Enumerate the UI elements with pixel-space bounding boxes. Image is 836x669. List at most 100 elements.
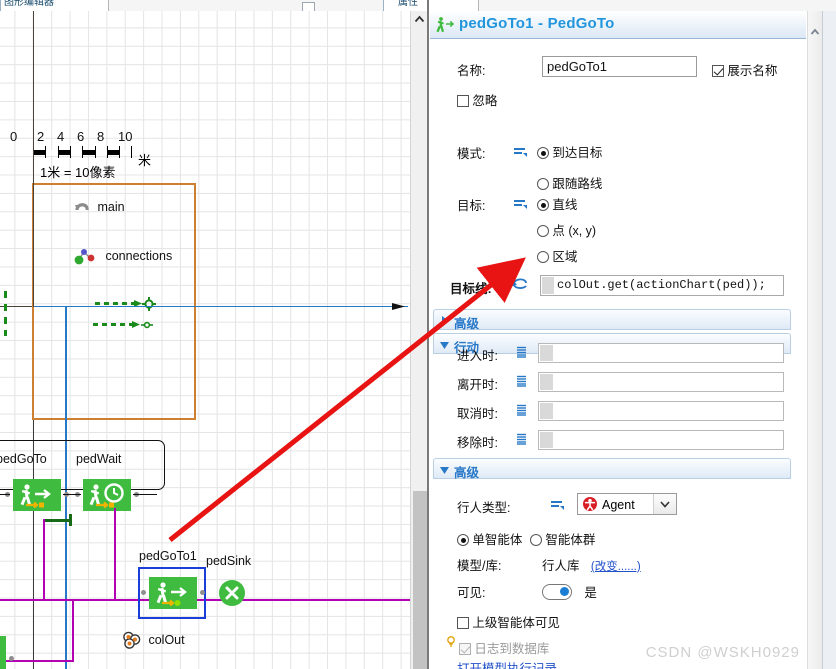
action-label-2-text: 取消时:	[457, 407, 498, 421]
name-input[interactable]	[542, 56, 697, 77]
target-line-label: 目标线:	[450, 278, 492, 297]
ruler-unit-label: 米	[138, 153, 152, 168]
panel-right-gutter	[822, 11, 836, 669]
action-label-3: 移除时:	[457, 432, 498, 451]
flow-link-b	[63, 494, 81, 495]
visible-label-text: 可见:	[457, 586, 486, 600]
canvas-node-connections[interactable]: connections	[73, 247, 172, 265]
code-gutter	[540, 403, 553, 419]
mode-label: 模式:	[457, 143, 485, 162]
target-line-code-text: colOut.get(actionChart(ped));	[557, 278, 766, 292]
mode-radio-1[interactable]	[537, 178, 549, 190]
agent-kind-option-1[interactable]: 智能体群	[530, 529, 595, 548]
code-list-icon[interactable]	[516, 346, 527, 358]
watermark: CSDN @WSKH0929	[645, 644, 800, 661]
application-window: 图形编辑器 属性 0 2 4 6 8 10 米 1米 = 10像素 main c…	[0, 0, 836, 669]
panel-splitter[interactable]	[427, 0, 429, 669]
open-model-log-link[interactable]: 打开模型执行记录	[457, 662, 557, 669]
agent-kind-option-0[interactable]: 单智能体	[457, 529, 522, 548]
ignore-checkbox-box[interactable]	[457, 95, 469, 107]
target-radio-0[interactable]	[537, 199, 549, 211]
canvas-axis-vertical-upper	[33, 11, 34, 307]
code-list-icon[interactable]	[516, 404, 527, 416]
target-line-dashed-2	[93, 323, 133, 326]
tab-properties[interactable]: 属性	[383, 0, 491, 11]
collection-icon	[123, 631, 141, 649]
target-line-dashed-1	[95, 302, 135, 305]
action-field-0[interactable]	[538, 343, 784, 363]
model-lib-value: 行人库	[542, 559, 580, 573]
flow-block-pedwait[interactable]	[75, 479, 139, 511]
ped-type-select[interactable]: Agent	[577, 493, 677, 515]
action-field-3[interactable]	[538, 430, 784, 450]
dynamic-expression-icon[interactable]	[510, 277, 530, 295]
ruler-tick-2: 2	[37, 129, 45, 144]
code-list-icon[interactable]	[516, 433, 527, 445]
visible-toggle[interactable]	[542, 584, 572, 600]
target-option-2[interactable]: 区域	[537, 246, 577, 265]
scroll-up-icon[interactable]	[808, 25, 822, 39]
canvas-scrollbar-thumb[interactable]	[413, 491, 427, 669]
action-field-2[interactable]	[538, 401, 784, 421]
mode-option-1[interactable]: 跟随路线	[537, 173, 602, 192]
code-gutter	[540, 432, 553, 448]
action-label-0-text: 进入时:	[457, 349, 498, 363]
section-advanced-bottom[interactable]: 高级	[433, 458, 791, 480]
scroll-up-icon[interactable]	[411, 11, 428, 28]
show-name-checkbox[interactable]: 展示名称	[712, 60, 777, 79]
show-name-checkbox-box[interactable]	[712, 65, 724, 77]
properties-title: pedGoTo1 - PedGoTo	[459, 15, 615, 32]
flow-block-offscreen[interactable]	[0, 636, 14, 669]
flow-block-pedsink[interactable]	[219, 580, 245, 606]
canvas-node-main-label: main	[97, 200, 125, 214]
canvas-vertical-scrollbar[interactable]	[410, 11, 428, 669]
section-advanced-top[interactable]: 高级	[433, 309, 791, 331]
flow-block-pedgoto[interactable]	[5, 479, 69, 511]
target-radio-2[interactable]	[537, 251, 549, 263]
dropdown-arrow[interactable]	[653, 494, 676, 514]
ignore-checkbox[interactable]: 忽略	[457, 90, 497, 109]
marker-cap-green	[69, 514, 72, 526]
flow-block-pedgoto1[interactable]	[141, 577, 205, 609]
mode-option-0[interactable]: 到达目标	[537, 142, 602, 161]
tab-graphical-editor[interactable]: 图形编辑器	[0, 0, 109, 11]
ped-type-label-text: 行人类型:	[457, 501, 511, 515]
target-line-label-text: 目标线:	[450, 282, 492, 296]
visible-label: 可见:	[457, 582, 485, 601]
parent-visible-checkbox-box[interactable]	[457, 617, 469, 629]
dynamic-value-icon[interactable]	[550, 498, 565, 510]
canvas-node-main[interactable]: main	[74, 199, 125, 215]
target-option-0[interactable]: 直线	[537, 194, 577, 213]
target-radio-1[interactable]	[537, 225, 549, 237]
dynamic-value-icon[interactable]	[513, 145, 528, 157]
log-to-db-label: 日志到数据库	[474, 642, 550, 656]
pedestrian-goto-icon	[20, 484, 51, 509]
code-list-icon[interactable]	[516, 375, 527, 387]
chevron-down-icon	[660, 501, 670, 508]
connector-purple-2	[114, 508, 116, 600]
marker-line-green	[43, 519, 71, 522]
dynamic-value-icon[interactable]	[513, 197, 528, 209]
action-field-1[interactable]	[538, 372, 784, 392]
flow-port-in[interactable]	[141, 590, 146, 595]
ruler-tick-labels: 0 2 4 6 8 10	[10, 129, 170, 146]
parent-visible-checkbox[interactable]: 上级智能体可见	[457, 612, 560, 631]
model-lib-change-link[interactable]: (改变......)	[591, 561, 641, 573]
flow-port-out[interactable]	[9, 656, 14, 661]
agent-kind-option-0-label: 单智能体	[472, 533, 523, 547]
canvas-node-colout[interactable]: colOut	[122, 631, 185, 649]
target-endpoint-1-icon	[142, 297, 156, 311]
target-option-1[interactable]: 点 (x, y)	[537, 220, 596, 239]
agent-kind-radio-1[interactable]	[530, 534, 542, 546]
properties-scrollbar[interactable]	[807, 11, 822, 669]
visible-value: 是	[584, 586, 597, 600]
mode-radio-0[interactable]	[537, 147, 549, 159]
agent-kind-radio-0[interactable]	[457, 534, 469, 546]
target-label-text: 目标:	[457, 199, 486, 213]
node-link-icon	[74, 249, 95, 265]
target-option-1-label: 点 (x, y)	[552, 224, 597, 238]
graphical-editor-canvas[interactable]: 0 2 4 6 8 10 米 1米 = 10像素 main connection…	[0, 11, 410, 669]
panel-maximize-icon[interactable]	[302, 2, 315, 11]
target-line-code-field[interactable]: colOut.get(actionChart(ped));	[540, 275, 784, 296]
flow-port-out[interactable]	[200, 590, 205, 595]
